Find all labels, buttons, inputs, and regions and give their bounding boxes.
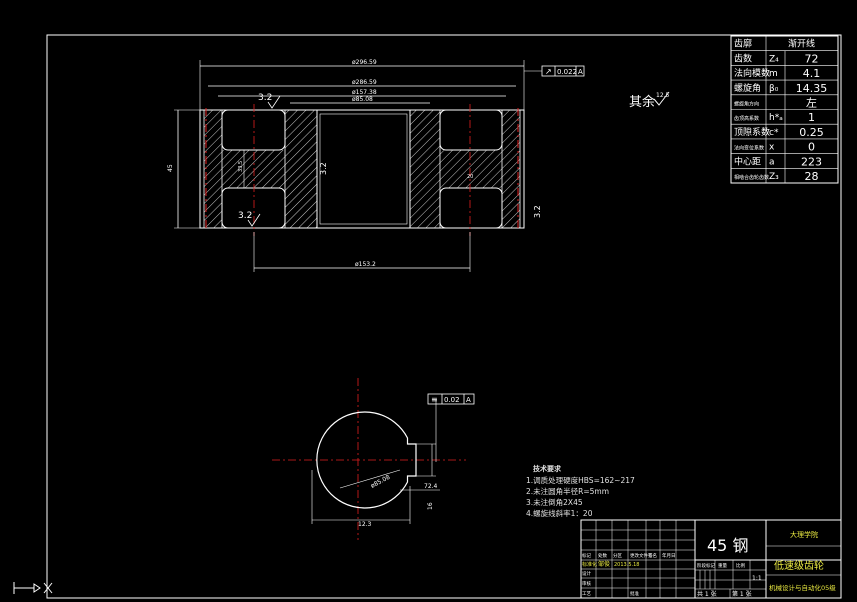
tech-req-item-1: 1.调质处理硬度HBS=162~217: [526, 475, 635, 485]
param-value: 0: [808, 141, 815, 154]
param-label: 法向模数: [734, 67, 770, 79]
roughness-4: 3.2: [533, 205, 542, 218]
title-block-cell: 分区: [613, 552, 622, 559]
title-sheet-total: 共 1 张: [697, 590, 717, 598]
title-sheet-num: 第 1 张: [732, 590, 752, 598]
param-label: 螺旋角: [734, 82, 761, 94]
roughness-3: 3.2: [319, 162, 328, 175]
roughness-2: 3.2: [238, 211, 252, 221]
dim-top-bore: ø85.08: [352, 96, 373, 103]
tolerance-end-symbol: ≡: [431, 395, 438, 404]
cad-drawing-canvas: 齿廓 渐开线齿数 Z₄ 72 法向模数m 4.1 螺旋角 β₀ 14.35 螺旋角方向 左齿顶高系数…: [13, 34, 842, 599]
tolerance-top-symbol: ↗: [545, 67, 552, 76]
surface-note-roughness: 12.5: [656, 92, 670, 99]
param-label: 齿廓: [734, 38, 752, 50]
end-view: ≡ 0.02 A ø85.08 72.4 12.3 16: [272, 378, 475, 540]
tolerance-top-datum: A: [578, 68, 583, 76]
title-block-cell: 批准: [630, 590, 639, 597]
param-label: 顶隙系数: [734, 126, 770, 138]
param-value: 72: [805, 52, 819, 65]
param-symbol: m: [769, 69, 778, 79]
params-table: 齿廓 渐开线齿数 Z₄ 72 法向模数m 4.1 螺旋角 β₀ 14.35 螺旋角方向 左齿顶高系数…: [730, 35, 839, 184]
param-value: 28: [805, 170, 819, 183]
title-block: 45 钢 大理学院 低速级齿轮 机械设计与自动化05级 1:1 共 1 张 第 …: [580, 519, 842, 599]
param-value: 223: [801, 155, 822, 168]
title-block-cell: 重量: [718, 562, 727, 569]
roughness-1: 3.2: [258, 93, 272, 103]
section-view: ø296.59 ø286.59 ø157.38 ø85.08 ↗ 0.022 A: [167, 59, 585, 272]
param-symbol: c*: [769, 128, 779, 138]
tech-req-title: 技术要求: [533, 464, 562, 473]
param-value: 14.35: [796, 82, 828, 95]
title-designer: 邹俊: [598, 560, 610, 568]
dim-top-outer: ø296.59: [352, 59, 377, 66]
title-block-cell: 签名: [648, 552, 657, 559]
param-symbol: a: [769, 157, 775, 167]
title-block-cell: 比例: [736, 562, 745, 569]
surface-note: 其余 12.5: [629, 91, 670, 110]
param-value: 0.25: [799, 126, 824, 139]
dim-hub: 20: [467, 174, 473, 180]
param-label: 齿数: [734, 52, 752, 64]
param-value: 1: [808, 111, 815, 124]
title-block-cell: 阶段标记: [697, 562, 715, 569]
title-date: 2013.5.18: [614, 562, 639, 568]
param-value: 4.1: [803, 67, 821, 80]
dim-bottom: ø153.2: [355, 261, 376, 268]
tolerance-top-value: 0.022: [557, 68, 577, 76]
tech-requirements: 技术要求 1.调质处理硬度HBS=162~217 2.未注圆角半径R=5mm 3…: [526, 464, 635, 518]
param-symbol: Z₄: [769, 54, 779, 64]
dim-web-depth: 33.5: [238, 161, 244, 172]
tolerance-end-value: 0.02: [444, 396, 460, 404]
param-symbol: h*ₐ: [769, 113, 783, 123]
title-material: 45 钢: [707, 536, 748, 555]
dim-key: 16: [427, 502, 434, 510]
dim-keyway: 72.4: [424, 483, 438, 490]
tech-req-item-4: 4.螺旋线斜率1：20: [526, 508, 593, 518]
tech-req-item-2: 2.未注圆角半径R=5mm: [526, 486, 609, 496]
param-label: 法向变位系数: [734, 145, 764, 152]
title-part-name: 低速级齿轮: [774, 559, 824, 572]
param-symbol: x: [769, 143, 775, 153]
title-block-cell: 设计: [582, 570, 591, 577]
param-symbol: Z₃: [769, 172, 779, 182]
param-value: 左: [806, 97, 817, 110]
param-label: 中心距: [734, 155, 761, 167]
param-symbol: β₀: [769, 84, 779, 94]
ucs-icon: [13, 582, 53, 594]
dim-top-third: ø157.38: [352, 89, 377, 96]
param-value: 渐开线: [788, 38, 815, 50]
title-block-cell: 年月日: [662, 552, 676, 559]
dim-left-height: 45: [167, 164, 174, 172]
title-block-cell: 工艺: [582, 591, 591, 597]
title-block-cell: 处数: [598, 552, 607, 559]
title-school: 大理学院: [790, 530, 818, 539]
dim-width: 12.3: [358, 521, 372, 528]
title-scale: 1:1: [752, 575, 762, 582]
param-label: 齿顶高系数: [734, 115, 759, 122]
param-label: 相啮合齿轮齿数: [734, 174, 769, 181]
title-block-cell: 审核: [582, 580, 591, 587]
tech-req-item-3: 3.未注倒角2X45: [526, 497, 583, 507]
param-label: 螺旋角方向: [734, 101, 759, 108]
title-std: 标准化: [582, 561, 597, 568]
title-block-cell: 标记: [582, 552, 591, 559]
surface-note-text: 其余: [629, 94, 655, 110]
tolerance-end-datum: A: [466, 396, 471, 404]
title-project: 机械设计与自动化05级: [769, 583, 836, 592]
dim-top-second: ø286.59: [352, 79, 377, 86]
